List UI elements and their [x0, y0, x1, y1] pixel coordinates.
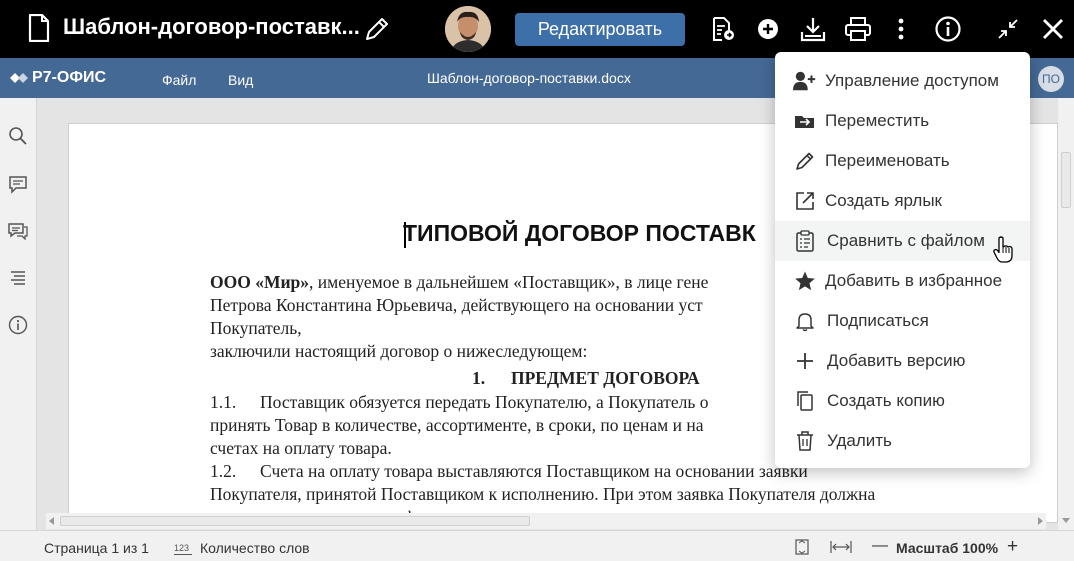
- bell-icon: [793, 309, 817, 333]
- menu-file[interactable]: Файл: [162, 72, 196, 88]
- zoom-in-button[interactable]: +: [1007, 536, 1018, 558]
- menu-item-label: Переименовать: [825, 151, 950, 170]
- more-vertical-icon[interactable]: [886, 14, 916, 44]
- logo-icon: [10, 73, 28, 83]
- paragraph-line: Счета на оплату товара выставляются Пост…: [260, 461, 808, 481]
- menu-item-label: Добавить версию: [827, 351, 966, 370]
- menu-view[interactable]: Вид: [228, 72, 253, 88]
- menu-item-manage-access[interactable]: Управление доступом: [775, 61, 1030, 101]
- logo-text: Р7-ОФИС: [32, 69, 107, 86]
- menu-item-create-copy[interactable]: Создать копию: [775, 381, 1030, 421]
- zoom-level: Масштаб 100%: [896, 540, 999, 556]
- paragraph-line: счетах на оплату товара.: [210, 438, 392, 458]
- paragraph-text: , именуемое в дальнейшем «Поставщик», в …: [309, 272, 709, 292]
- plus-icon: [793, 349, 817, 373]
- avatar[interactable]: [445, 6, 491, 52]
- scroll-right-icon[interactable]: [1036, 517, 1044, 525]
- document-info-icon[interactable]: [708, 14, 738, 44]
- menu-item-label: Создать копию: [827, 391, 945, 410]
- comment-icon[interactable]: [8, 174, 28, 194]
- about-info-icon[interactable]: [8, 315, 28, 335]
- company-name: ООО «Мир»: [210, 272, 310, 292]
- word-count-icon: 123: [174, 539, 192, 555]
- pencil-icon: [793, 149, 817, 173]
- menu-item-move[interactable]: Переместить: [775, 101, 1030, 141]
- paragraph-line: принять Товар в количестве, ассортименте…: [210, 415, 704, 435]
- fit-page-icon[interactable]: [794, 539, 810, 555]
- page-indicator[interactable]: Страница 1 из 1: [44, 540, 149, 556]
- paragraph-line: Петрова Константина Юрьевича, действующе…: [210, 295, 703, 315]
- chat-icon[interactable]: [8, 220, 28, 240]
- menu-item-label: Подписаться: [827, 311, 929, 330]
- add-circle-icon[interactable]: [753, 14, 783, 44]
- menu-item-delete[interactable]: Удалить: [775, 421, 1030, 461]
- paragraph-line: заключили настоящий договор о нижеследую…: [210, 341, 588, 361]
- left-sidebar: [0, 98, 37, 530]
- menu-item-label: Удалить: [827, 431, 892, 450]
- menu-item-label: Переместить: [825, 111, 930, 130]
- scroll-down-icon[interactable]: [1062, 516, 1070, 524]
- menu-item-add-version[interactable]: Добавить версию: [775, 341, 1030, 381]
- download-icon[interactable]: [798, 14, 828, 44]
- clause-number: 1.1.: [210, 392, 237, 412]
- horizontal-scrollbar[interactable]: [46, 513, 1046, 529]
- document-heading: ТИПОВОЙ ДОГОВОР ПОСТАВК: [403, 220, 756, 246]
- menu-item-label: Создать ярлык: [825, 191, 942, 210]
- document-filename: Шаблон-договор-поставки.docx: [427, 70, 631, 86]
- user-initials-badge[interactable]: ПО: [1038, 66, 1064, 92]
- hand-pointer-cursor-icon: [993, 236, 1013, 263]
- paragraph-line: Покупателя, принятой Поставщиком к испол…: [210, 484, 876, 504]
- document-title: Шаблон-договор-поставк...: [63, 14, 360, 39]
- top-bar: Шаблон-договор-поставк... Редактировать: [0, 0, 1074, 58]
- external-link-icon: [793, 189, 817, 213]
- paragraph-line: Поставщик обязуется передать Покупателю,…: [260, 392, 709, 412]
- word-count-button[interactable]: Количество слов: [200, 540, 310, 556]
- vertical-scroll-thumb[interactable]: [1061, 152, 1071, 208]
- clipboard-compare-icon: [793, 229, 817, 253]
- menu-item-add-favorite[interactable]: Добавить в избранное: [775, 261, 1030, 301]
- search-icon[interactable]: [8, 126, 28, 146]
- collapse-icon[interactable]: [993, 14, 1023, 44]
- clause-number: 1.2.: [210, 461, 237, 481]
- fit-width-icon[interactable]: [830, 540, 852, 554]
- section-title: ПРЕДМЕТ ДОГОВОРА: [511, 368, 700, 388]
- status-bar: Страница 1 из 1 123 Количество слов — Ма…: [0, 530, 1074, 561]
- print-icon[interactable]: [843, 14, 873, 44]
- vertical-scrollbar[interactable]: [1058, 98, 1074, 530]
- navigation-icon[interactable]: [8, 268, 28, 288]
- menu-item-subscribe[interactable]: Подписаться: [775, 301, 1030, 341]
- menu-item-create-shortcut[interactable]: Создать ярлык: [775, 181, 1030, 221]
- trash-icon: [793, 429, 817, 453]
- section-number: 1.: [472, 368, 486, 388]
- close-icon[interactable]: [1038, 14, 1068, 44]
- info-icon[interactable]: [933, 14, 963, 44]
- horizontal-scroll-thumb[interactable]: [60, 516, 530, 526]
- edit-button[interactable]: Редактировать: [515, 13, 685, 46]
- copy-icon: [793, 389, 817, 413]
- folder-move-icon: [793, 109, 817, 133]
- menu-item-label: Добавить в избранное: [825, 271, 1003, 290]
- document-icon: [28, 14, 50, 42]
- rename-pencil-icon[interactable]: [363, 15, 391, 43]
- menu-item-label: Управление доступом: [825, 71, 999, 90]
- app-logo: Р7-ОФИС: [10, 69, 106, 87]
- paragraph-line: ООО «Мир», именуемое в дальнейшем «Поста…: [210, 272, 708, 293]
- menu-item-rename[interactable]: Переименовать: [775, 141, 1030, 181]
- paragraph-line: Покупатель,: [210, 318, 302, 338]
- zoom-out-button[interactable]: —: [872, 537, 888, 555]
- menu-item-label: Сравнить с файлом: [827, 231, 985, 250]
- star-icon: [793, 269, 817, 293]
- scroll-left-icon[interactable]: [48, 517, 56, 525]
- user-plus-icon: [793, 69, 817, 93]
